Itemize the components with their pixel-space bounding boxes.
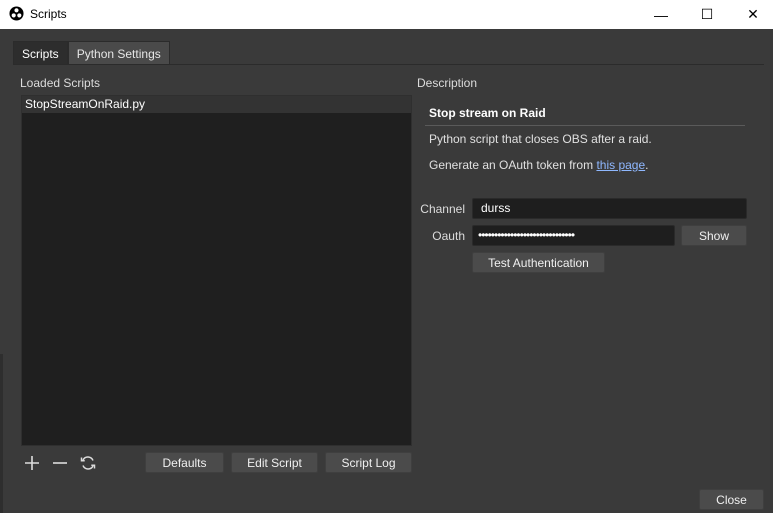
tab-python-settings[interactable]: Python Settings — [67, 41, 170, 65]
oauth-input[interactable]: •••••••••••••••••••••••••••••• — [472, 225, 675, 246]
description-title: Stop stream on Raid — [429, 106, 546, 120]
description-label: Description — [417, 76, 478, 90]
remove-icon — [53, 462, 67, 464]
window-title: Scripts — [30, 7, 67, 21]
minimize-button[interactable]: — — [638, 0, 684, 29]
tab-scripts[interactable]: Scripts — [13, 41, 68, 65]
edge-strip — [0, 354, 3, 513]
description-line2: Generate an OAuth token from this page. — [429, 158, 648, 172]
channel-label: Channel — [420, 202, 465, 216]
loaded-scripts-label: Loaded Scripts — [20, 76, 101, 90]
description-line2-suffix: . — [645, 158, 649, 172]
reload-icon — [80, 456, 96, 470]
oauth-label: Oauth — [432, 229, 465, 243]
list-item[interactable]: StopStreamOnRaid.py — [22, 96, 411, 113]
test-authentication-button[interactable]: Test Authentication — [472, 252, 605, 273]
obs-logo-icon — [9, 6, 24, 21]
maximize-icon: ☐ — [700, 6, 714, 22]
channel-input[interactable]: durss — [472, 198, 747, 219]
script-log-button[interactable]: Script Log — [325, 452, 412, 473]
close-icon: ✕ — [747, 6, 759, 22]
defaults-button[interactable]: Defaults — [145, 452, 224, 473]
description-divider — [425, 125, 745, 126]
add-icon — [25, 456, 39, 470]
reload-script-button[interactable] — [78, 454, 98, 472]
edit-script-button[interactable]: Edit Script — [231, 452, 318, 473]
maximize-button[interactable]: ☐ — [684, 0, 730, 29]
tab-divider — [13, 64, 764, 65]
oauth-token-link[interactable]: this page — [596, 158, 645, 172]
close-window-button[interactable]: ✕ — [730, 0, 773, 29]
title-bar: Scripts — ☐ ✕ — [0, 0, 773, 29]
loaded-scripts-list[interactable]: StopStreamOnRaid.py — [21, 95, 412, 446]
description-line1: Python script that closes OBS after a ra… — [429, 132, 652, 146]
close-button[interactable]: Close — [699, 489, 764, 510]
tab-bar: Scripts Python Settings — [13, 41, 170, 65]
description-line2-prefix: Generate an OAuth token from — [429, 158, 597, 172]
show-button[interactable]: Show — [681, 225, 747, 246]
minimize-icon: — — [654, 6, 668, 23]
remove-script-button[interactable] — [50, 454, 70, 472]
add-script-button[interactable] — [22, 454, 42, 472]
